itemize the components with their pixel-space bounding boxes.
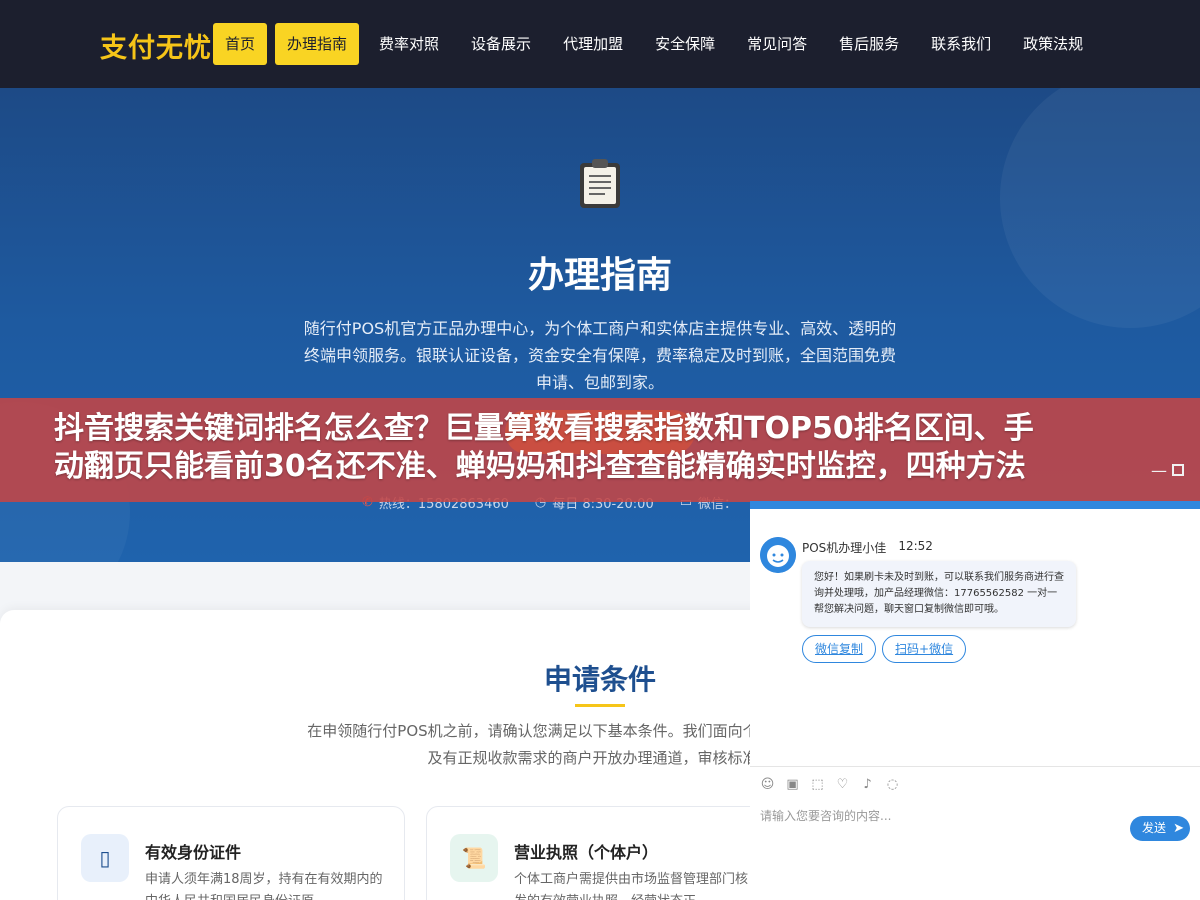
nav-aftersales[interactable]: 售后服务	[827, 23, 911, 65]
minimize-icon[interactable]: —	[1151, 461, 1167, 480]
hero-description: 随行付POS机官方正品办理中心，为个体工商户和实体店主提供专业、高效、透明的终端…	[303, 319, 897, 392]
card-title: 有效身份证件	[145, 843, 242, 862]
page-title: 办理指南	[527, 255, 672, 296]
nav-policy[interactable]: 政策法规	[1011, 23, 1095, 65]
nav-security[interactable]: 安全保障	[643, 23, 727, 65]
condition-card: ▯ 有效身份证件 申请人须年满18周岁，持有在有效期内的中华人民共和国居民身份证…	[57, 806, 405, 900]
chat-body: POS机办理小佳 12:52 您好！如果刷卡未及时到账，可以联系我们服务商进行查…	[750, 501, 1200, 900]
clipboard-icon	[580, 159, 620, 208]
rate-icon[interactable]: ♡	[835, 777, 850, 792]
chat-widget: — POS机办理小佳 12:52 您好！如果刷卡未及时到账，可以联系我们服务商进…	[750, 455, 1200, 900]
chat-toolbar: ☺ ▣ ⬚ ♡ ♪ ◌	[750, 766, 1200, 802]
nav-home[interactable]: 首页	[213, 23, 268, 65]
image-icon[interactable]: ▣	[785, 777, 800, 792]
voice-icon[interactable]: ♪	[860, 777, 875, 792]
site-logo[interactable]: 支付无忧	[100, 26, 212, 65]
scroll-icon: 📜	[450, 834, 498, 882]
nav-agent[interactable]: 代理加盟	[551, 23, 635, 65]
emoji-icon[interactable]: ☺	[760, 777, 775, 792]
card-text: 个体工商户需提供由市场监督管理部门核发的有效营业执照，经营状态正	[514, 872, 749, 900]
top-navbar: 支付无忧 首页 办理指南 费率对照 设备展示 代理加盟 安全保障 常见问答 售后…	[0, 0, 1200, 88]
chat-bubble-icon[interactable]: ◌	[885, 777, 900, 792]
main-nav: 首页 办理指南 费率对照 设备展示 代理加盟 安全保障 常见问答 售后服务 联系…	[213, 23, 1103, 65]
maximize-icon[interactable]	[1172, 464, 1184, 476]
headline-line: 抖音搜索关键词排名怎么查？巨量算数看搜索指数和TOP50排名区间、手	[54, 411, 1034, 446]
chat-input[interactable]: 请输入您要咨询的内容...	[760, 807, 1120, 824]
card-text: 申请人须年满18周岁，持有在有效期内的中华人民共和国居民身份证原	[145, 872, 383, 900]
send-button[interactable]: 发送 ➤	[1130, 816, 1190, 841]
screenshot-icon[interactable]: ⬚	[810, 777, 825, 792]
scan-wechat-button[interactable]: 扫码+微信	[882, 635, 967, 663]
nav-faq[interactable]: 常见问答	[735, 23, 819, 65]
chat-quick-actions: 微信复制 扫码+微信	[802, 635, 972, 663]
card-title: 营业执照（个体户）	[514, 843, 659, 862]
nav-rates[interactable]: 费率对照	[367, 23, 451, 65]
title-underline	[575, 704, 625, 707]
message-time: 12:52	[898, 539, 933, 553]
nav-contact[interactable]: 联系我们	[919, 23, 1003, 65]
agent-info: POS机办理小佳 12:52	[802, 539, 933, 556]
copy-wechat-button[interactable]: 微信复制	[802, 635, 877, 663]
agent-name: POS机办理小佳	[802, 541, 887, 555]
chat-message: 您好！如果刷卡未及时到账，可以联系我们服务商进行查询并处理哦，加产品经理微信：1…	[802, 561, 1076, 627]
id-card-icon: ▯	[81, 834, 129, 882]
agent-avatar	[760, 537, 796, 573]
send-label: 发送	[1142, 821, 1167, 835]
send-arrow-icon: ➤	[1173, 821, 1184, 836]
condition-card: 📜 营业执照（个体户） 个体工商户需提供由市场监督管理部门核发的有效营业执照，经…	[426, 806, 774, 900]
nav-devices[interactable]: 设备展示	[459, 23, 543, 65]
nav-guide[interactable]: 办理指南	[275, 23, 360, 65]
